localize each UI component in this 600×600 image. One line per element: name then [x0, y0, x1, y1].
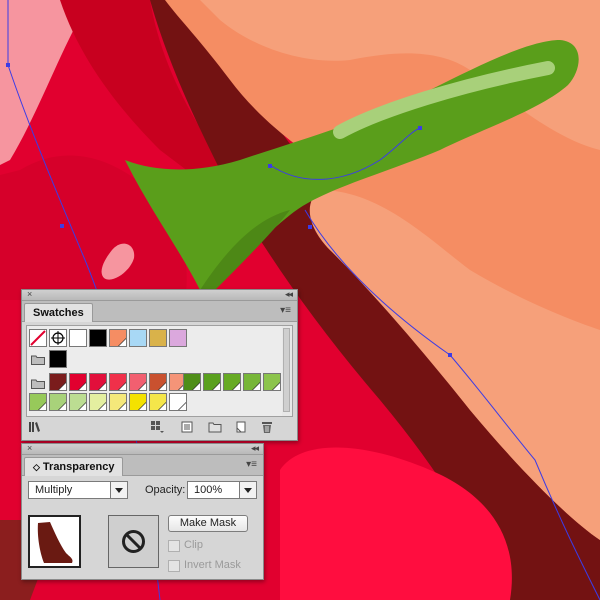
- clip-label: Clip: [184, 539, 203, 551]
- anchor-point[interactable]: [418, 126, 422, 130]
- object-preview: [37, 522, 73, 563]
- opacity-field[interactable]: 100%: [187, 481, 257, 499]
- tab-transparency-label: Transparency: [42, 461, 115, 473]
- swatch-yellow-1[interactable]: [109, 393, 127, 411]
- swatch-red-2[interactable]: [89, 373, 107, 391]
- swatch-white-2[interactable]: [169, 393, 187, 411]
- close-icon[interactable]: ×: [27, 288, 32, 300]
- swatches-scrollbar[interactable]: [282, 325, 293, 417]
- blend-mode-value: Multiply: [35, 484, 73, 496]
- swatch-orange[interactable]: [109, 329, 127, 347]
- swatch-black[interactable]: [89, 329, 107, 347]
- chevron-down-icon[interactable]: [239, 482, 256, 498]
- new-icon[interactable]: [234, 420, 248, 434]
- swatch-group-black[interactable]: [49, 350, 67, 368]
- clip-checkbox-box[interactable]: [168, 540, 180, 552]
- object-thumbnail[interactable]: [28, 515, 81, 568]
- swatch-light-blue[interactable]: [129, 329, 147, 347]
- tab-swatches[interactable]: Swatches: [24, 303, 93, 322]
- swatches-bottom-bar: [26, 418, 292, 436]
- anchor-point[interactable]: [268, 164, 272, 168]
- scrollbar-thumb[interactable]: [283, 328, 290, 412]
- swatch-pale-yellow[interactable]: [89, 393, 107, 411]
- swatch-red[interactable]: [69, 373, 87, 391]
- swatch-green-2[interactable]: [203, 373, 221, 391]
- swatch-green-3[interactable]: [223, 373, 241, 391]
- anchor-point[interactable]: [448, 353, 452, 357]
- invert-mask-label: Invert Mask: [184, 559, 241, 571]
- tab-transparency[interactable]: ◇ Transparency: [24, 457, 124, 476]
- anchor-point[interactable]: [308, 225, 312, 229]
- registration-icon: [51, 331, 65, 345]
- swatch-lime-3[interactable]: [69, 393, 87, 411]
- collapse-icon[interactable]: ◂◂: [251, 442, 259, 454]
- swatch-pink[interactable]: [129, 373, 147, 391]
- library-icon[interactable]: [28, 420, 42, 434]
- swatch-green-5[interactable]: [263, 373, 281, 391]
- invert-mask-checkbox-box[interactable]: [168, 560, 180, 572]
- opacity-label: Opacity:: [145, 484, 186, 496]
- folder-icon[interactable]: [208, 420, 222, 434]
- swatch-green-4[interactable]: [243, 373, 261, 391]
- swatch-yellow-2[interactable]: [129, 393, 147, 411]
- anchor-point[interactable]: [60, 224, 64, 228]
- anchor-point[interactable]: [6, 63, 10, 67]
- panel-menu-icon[interactable]: ▾≡: [280, 305, 291, 317]
- swatch-lime-1[interactable]: [29, 393, 47, 411]
- swatch-yellow-3[interactable]: [149, 393, 167, 411]
- swatch-green-1[interactable]: [183, 373, 201, 391]
- kind-icon[interactable]: [150, 420, 164, 434]
- mask-thumbnail[interactable]: [108, 515, 159, 568]
- swatch-registration[interactable]: [49, 329, 67, 347]
- swatch-gold[interactable]: [149, 329, 167, 347]
- chevron-down-icon[interactable]: [110, 482, 127, 498]
- swatch-none[interactable]: [29, 329, 47, 347]
- blend-mode-select[interactable]: Multiply: [28, 481, 128, 499]
- none-icon: [30, 330, 46, 346]
- collapse-icon[interactable]: ◂◂: [285, 288, 293, 300]
- transparency-tab-row: ◇ Transparency ▾≡: [22, 455, 263, 476]
- folder-icon[interactable]: [31, 378, 45, 389]
- delete-icon[interactable]: [260, 420, 274, 434]
- options-icon[interactable]: [180, 420, 194, 434]
- swatches-panel: × ◂◂ Swatches ▾≡: [21, 289, 298, 441]
- make-mask-button[interactable]: Make Mask: [168, 515, 248, 532]
- swatch-grid: [26, 325, 284, 417]
- swatch-lime-2[interactable]: [49, 393, 67, 411]
- no-mask-icon: [122, 530, 145, 553]
- panel-menu-icon[interactable]: ▾≡: [246, 459, 257, 471]
- close-icon[interactable]: ×: [27, 442, 32, 454]
- transparency-panel: × ◂◂ ◇ Transparency ▾≡ Multiply Opacity: …: [21, 443, 264, 580]
- opacity-value: 100%: [194, 484, 223, 496]
- swatches-titlebar[interactable]: × ◂◂: [22, 288, 297, 301]
- swatch-white[interactable]: [69, 329, 87, 347]
- tab-arrows-icon: ◇: [33, 462, 40, 472]
- swatch-rust[interactable]: [149, 373, 167, 391]
- swatches-tab-row: Swatches ▾≡: [22, 301, 297, 322]
- swatch-lavender[interactable]: [169, 329, 187, 347]
- swatch-maroon[interactable]: [49, 373, 67, 391]
- swatch-red-3[interactable]: [109, 373, 127, 391]
- folder-icon[interactable]: [31, 354, 45, 365]
- transparency-titlebar[interactable]: × ◂◂: [22, 442, 263, 455]
